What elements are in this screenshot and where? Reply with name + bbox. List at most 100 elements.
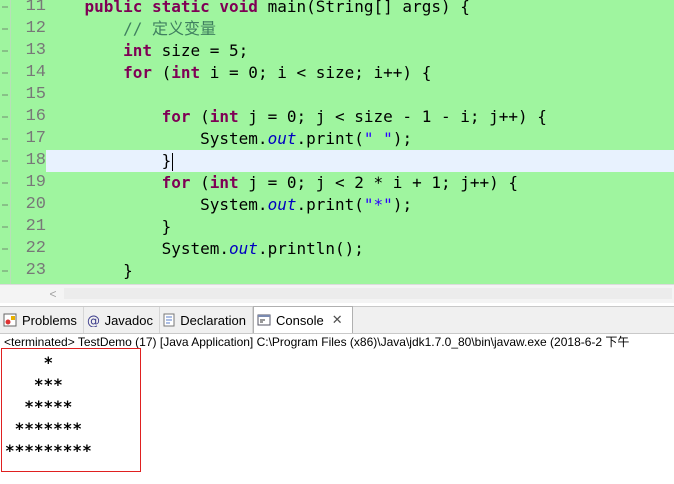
ruler-line-marker	[2, 28, 8, 30]
line-number: 14	[25, 63, 46, 82]
tab-label: Javadoc	[104, 312, 153, 328]
code-line[interactable]: System.out.println();	[46, 238, 674, 260]
code-line[interactable]: System.out.print(" ");	[46, 128, 674, 150]
code-line[interactable]: for (int i = 0; i < size; i++) {	[46, 62, 674, 84]
output-highlight-box	[1, 348, 141, 472]
horizontal-scrollbar[interactable]: <	[0, 284, 674, 303]
string-token: " "	[363, 129, 393, 148]
line-number: 18	[25, 151, 46, 170]
line-number: 16	[25, 107, 46, 126]
field-token: out	[267, 195, 297, 214]
code-token: .print(	[296, 129, 364, 148]
code-editor[interactable]: 11 12 13 14 15 16 17 18 19 20 21 22 23 public static…	[0, 0, 674, 284]
ruler-line-marker	[2, 138, 8, 140]
keyword-token: for	[161, 107, 191, 126]
ruler-line-marker	[2, 182, 8, 184]
keyword-token: void	[219, 0, 258, 16]
code-area[interactable]: public static void main(String[] args) {…	[46, 0, 674, 284]
line-number-gutter: 11 12 13 14 15 16 17 18 19 20 21 22 23	[12, 0, 46, 284]
code-line[interactable]: int size = 5;	[46, 40, 674, 62]
line-number: 22	[25, 239, 46, 258]
code-token: (	[190, 173, 210, 192]
view-tab-bar: Problems @ Javadoc Declaration Console ✕	[0, 306, 674, 334]
ruler-line-marker	[2, 270, 8, 272]
code-token: }	[46, 151, 172, 170]
tab-problems[interactable]: Problems	[0, 307, 84, 333]
ruler-line-marker	[2, 204, 8, 206]
code-line[interactable]: for (int j = 0; j < size - 1 - i; j++) {	[46, 106, 674, 128]
svg-text:@: @	[87, 314, 100, 327]
line-number: 19	[25, 173, 46, 192]
code-token: main(String[] args) {	[257, 0, 470, 16]
tab-declaration[interactable]: Declaration	[160, 307, 253, 333]
keyword-token: int	[209, 107, 239, 126]
keyword-token: for	[161, 173, 191, 192]
code-line[interactable]: for (int j = 0; j < 2 * i + 1; j++) {	[46, 172, 674, 194]
tab-label: Problems	[22, 312, 77, 328]
tab-label: Declaration	[180, 312, 246, 328]
line-number: 23	[25, 261, 46, 280]
ruler-line-marker	[2, 116, 8, 118]
line-number: 17	[25, 129, 46, 148]
code-token: );	[392, 129, 413, 148]
code-token: .print(	[296, 195, 364, 214]
code-line[interactable]: }	[46, 260, 674, 282]
line-number: 13	[25, 41, 46, 60]
code-token: j = 0; j < size - 1 - i; j++) {	[238, 107, 547, 126]
console-icon	[256, 312, 272, 328]
at-sign-icon: @	[86, 312, 101, 328]
problems-icon	[2, 312, 18, 328]
ruler-line-marker	[2, 248, 8, 250]
code-token: System.	[46, 129, 268, 148]
code-token: System.	[46, 239, 230, 258]
code-line[interactable]: public static void main(String[] args) {	[46, 0, 674, 18]
declaration-icon	[162, 312, 176, 328]
code-token: j = 0; j < 2 * i + 1; j++) {	[238, 173, 519, 192]
tab-javadoc[interactable]: @ Javadoc	[84, 307, 160, 333]
tab-console[interactable]: Console ✕	[253, 306, 353, 333]
code-token: (	[190, 107, 210, 126]
string-token: "*"	[363, 195, 393, 214]
code-line[interactable]: // 定义变量	[46, 18, 674, 40]
line-number: 20	[25, 195, 46, 214]
current-code-line[interactable]: }	[46, 150, 674, 172]
ruler-line-marker	[2, 50, 8, 52]
code-token: );	[392, 195, 413, 214]
keyword-token: int	[123, 41, 152, 60]
line-number: 15	[25, 85, 46, 104]
code-token: (	[151, 63, 172, 82]
keyword-token: public	[84, 0, 143, 16]
code-token: System.	[46, 195, 268, 214]
code-line[interactable]: }	[46, 216, 674, 238]
text-caret	[172, 152, 174, 171]
tab-label: Console	[276, 312, 324, 328]
comment-token: // 定义变量	[123, 19, 216, 38]
ruler-line-marker	[2, 6, 8, 8]
field-token: out	[267, 129, 297, 148]
close-icon[interactable]: ✕	[332, 312, 343, 328]
field-token: out	[229, 239, 258, 258]
scrollbar-track[interactable]	[64, 288, 672, 299]
code-token: }	[46, 217, 172, 236]
overview-ruler	[0, 0, 11, 284]
code-token: }	[46, 261, 133, 280]
line-number: 11	[25, 0, 46, 16]
line-number: 21	[25, 217, 46, 236]
scroll-left-arrow-icon[interactable]: <	[46, 285, 60, 303]
code-line[interactable]: System.out.print("*");	[46, 194, 674, 216]
line-number: 12	[25, 19, 46, 38]
ruler-line-marker	[2, 94, 8, 96]
keyword-token: static	[151, 0, 210, 16]
code-line[interactable]	[46, 84, 674, 106]
ruler-line-marker	[2, 226, 8, 228]
code-token: size = 5;	[151, 41, 249, 60]
code-token: .println();	[257, 239, 364, 258]
